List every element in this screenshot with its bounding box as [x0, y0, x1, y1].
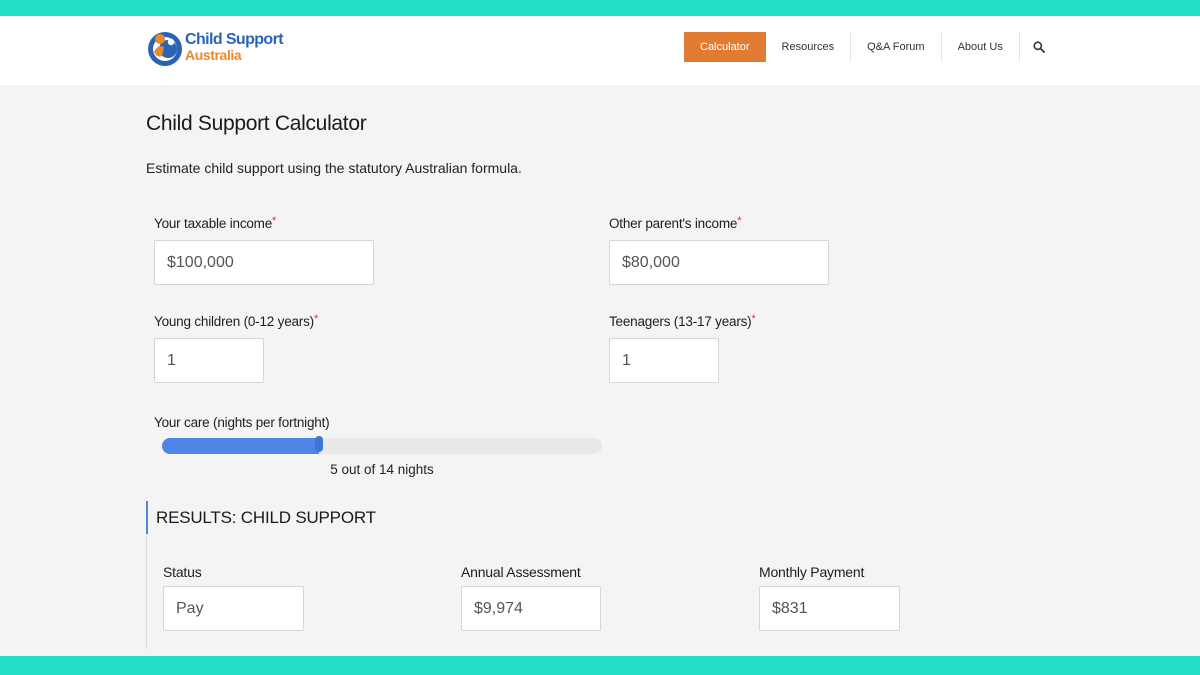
status-label: Status [163, 564, 202, 580]
required-mark: * [737, 215, 742, 227]
teenagers-label-text: Teenagers (13-17 years) [609, 314, 752, 329]
monthly-payment-label: Monthly Payment [759, 564, 865, 580]
teenagers-label: Teenagers (13-17 years)* [609, 313, 756, 329]
monthly-payment-value: $831 [759, 586, 900, 631]
nav-resources[interactable]: Resources [766, 32, 852, 62]
young-children-label: Young children (0-12 years)* [154, 313, 319, 329]
bottom-accent-band [0, 656, 1200, 675]
logo-text-line2: Australia [185, 47, 242, 63]
your-income-label-text: Your taxable income [154, 216, 273, 231]
young-children-input[interactable] [154, 338, 264, 383]
teenagers-input[interactable] [609, 338, 719, 383]
nav-qa-forum[interactable]: Q&A Forum [851, 32, 942, 62]
required-mark: * [272, 215, 277, 227]
results-divider [146, 534, 147, 649]
care-slider[interactable] [162, 436, 602, 454]
status-value: Pay [163, 586, 304, 631]
young-children-label-text: Young children (0-12 years) [154, 314, 314, 329]
care-slider-fill [162, 438, 319, 454]
other-income-input[interactable] [609, 240, 829, 285]
family-logo-icon [148, 32, 182, 66]
search-button[interactable] [1020, 32, 1058, 62]
care-slider-caption: 5 out of 14 nights [330, 462, 434, 477]
care-label: Your care (nights per fortnight) [154, 415, 330, 430]
top-accent-band [0, 0, 1200, 16]
site-logo[interactable]: Child Support Australia [146, 28, 286, 70]
annual-assessment-value: $9,974 [461, 586, 601, 631]
other-income-label-text: Other parent's income [609, 216, 738, 231]
required-mark: * [751, 313, 756, 325]
care-slider-thumb[interactable] [315, 436, 323, 452]
nav-about-us[interactable]: About Us [942, 32, 1020, 62]
required-mark: * [313, 313, 319, 325]
page-description: Estimate child support using the statuto… [146, 160, 522, 176]
search-icon [1033, 41, 1045, 53]
results-accent-bar [146, 501, 148, 534]
your-income-label: Your taxable income* [154, 215, 277, 231]
main-nav: Calculator Resources Q&A Forum About Us [684, 32, 1058, 62]
nav-calculator[interactable]: Calculator [684, 32, 766, 62]
results-title: RESULTS: CHILD SUPPORT [156, 508, 376, 527]
your-income-input[interactable] [154, 240, 374, 285]
other-income-label: Other parent's income* [609, 215, 742, 231]
site-header: Child Support Australia Calculator Resou… [0, 16, 1200, 85]
annual-assessment-label: Annual Assessment [461, 564, 581, 580]
page-title: Child Support Calculator [146, 112, 367, 135]
